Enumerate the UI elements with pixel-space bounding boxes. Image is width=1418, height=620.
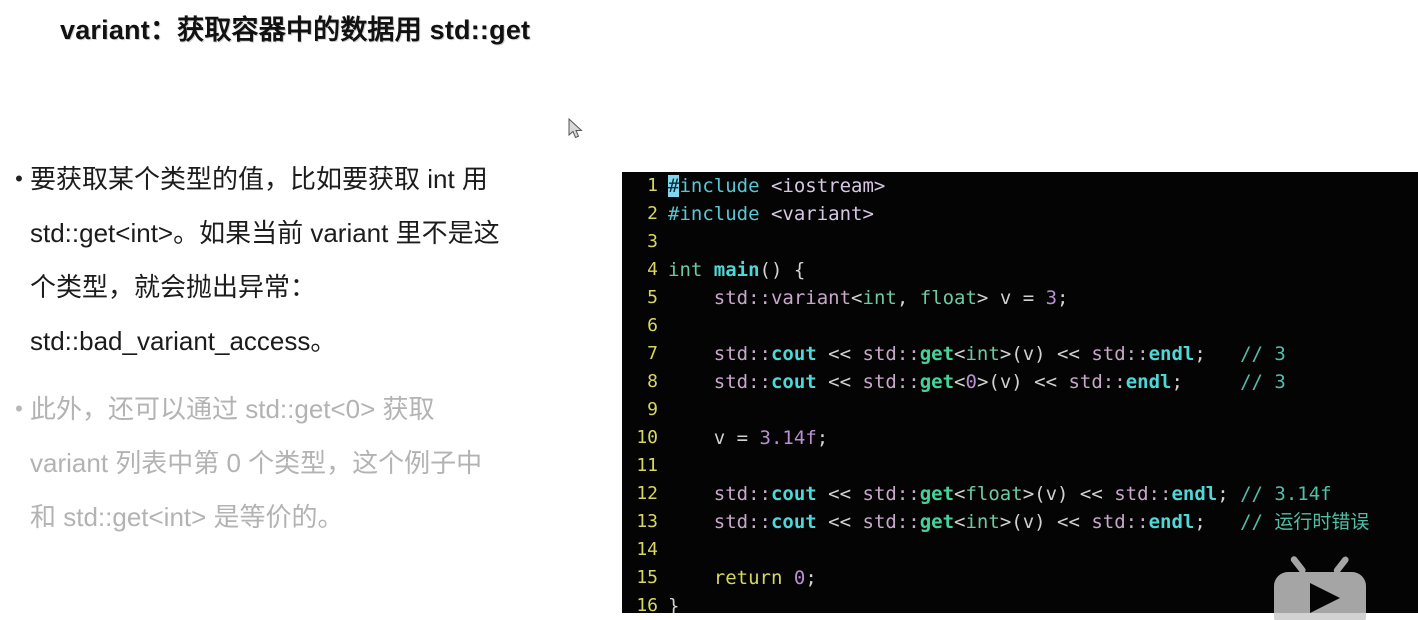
code-line: 13 std::cout << std::get<int>(v) << std:… bbox=[622, 508, 1418, 536]
page-title: variant：获取容器中的数据用 std::get bbox=[60, 15, 531, 45]
bullet-text: 此外，还可以通过 std::get<0> 获取 variant 列表中第 0 个… bbox=[30, 394, 483, 532]
line-number: 5 bbox=[647, 287, 658, 308]
line-number: 4 bbox=[647, 259, 658, 280]
code-line-content bbox=[668, 452, 1418, 480]
code-line-content bbox=[668, 396, 1418, 424]
line-number: 10 bbox=[636, 427, 658, 448]
line-number: 13 bbox=[636, 511, 658, 532]
code-line: 4 int main() { bbox=[622, 256, 1418, 284]
code-line-content bbox=[668, 228, 1418, 256]
code-line-content: std::cout << std::get<int>(v) << std::en… bbox=[713, 343, 1286, 365]
code-line: 10 v = 3.14f; bbox=[622, 424, 1418, 452]
line-number: 8 bbox=[647, 371, 658, 392]
code-line: 12 std::cout << std::get<float>(v) << st… bbox=[622, 480, 1418, 508]
code-line: 11 bbox=[622, 452, 1418, 480]
bullet-dot-icon: • bbox=[15, 396, 23, 421]
code-line: 5 std::variant<int, float> v = 3; bbox=[622, 284, 1418, 312]
line-number: 7 bbox=[647, 343, 658, 364]
bullet-list: • 要获取某个类型的值，比如要获取 int 用 std::get<int>。如果… bbox=[8, 152, 608, 558]
code-line-content: #include <iostream> bbox=[668, 175, 886, 197]
code-line-content: int main() { bbox=[668, 259, 806, 281]
list-item: • 此外，还可以通过 std::get<0> 获取 variant 列表中第 0… bbox=[8, 382, 608, 544]
code-line-content: std::cout << std::get<int>(v) << std::en… bbox=[713, 511, 1370, 533]
line-number: 15 bbox=[636, 567, 658, 588]
code-line-content: std::cout << std::get<float>(v) << std::… bbox=[713, 483, 1332, 505]
code-line-content: v = 3.14f; bbox=[713, 427, 829, 449]
line-number: 14 bbox=[636, 539, 658, 560]
line-number: 3 bbox=[647, 231, 658, 252]
line-number: 11 bbox=[636, 455, 658, 476]
bullet-text: 要获取某个类型的值，比如要获取 int 用 std::get<int>。如果当前… bbox=[30, 164, 500, 356]
code-line: 9 bbox=[622, 396, 1418, 424]
code-line: 2 #include <variant> bbox=[622, 200, 1418, 228]
code-line: 8 std::cout << std::get<0>(v) << std::en… bbox=[622, 368, 1418, 396]
text-cursor: # bbox=[668, 175, 680, 197]
code-line-content: #include <variant> bbox=[668, 203, 874, 225]
code-line: 6 bbox=[622, 312, 1418, 340]
line-number: 6 bbox=[647, 315, 658, 336]
line-number: 9 bbox=[647, 399, 658, 420]
code-line-content: std::variant<int, float> v = 3; bbox=[713, 287, 1069, 309]
line-number: 16 bbox=[636, 595, 658, 613]
code-editor-panel[interactable]: 1 #include <iostream> 2 #include <varian… bbox=[622, 172, 1418, 613]
line-number: 2 bbox=[647, 203, 658, 224]
line-number: 1 bbox=[647, 175, 658, 196]
code-line: 1 #include <iostream> bbox=[622, 172, 1418, 200]
code-line-content bbox=[668, 312, 1418, 340]
code-line: 3 bbox=[622, 228, 1418, 256]
code-line-content: std::cout << std::get<0>(v) << std::endl… bbox=[713, 371, 1286, 393]
bullet-dot-icon: • bbox=[15, 166, 23, 191]
line-number: 12 bbox=[636, 483, 658, 504]
list-item: • 要获取某个类型的值，比如要获取 int 用 std::get<int>。如果… bbox=[8, 152, 608, 368]
code-line: 7 std::cout << std::get<int>(v) << std::… bbox=[622, 340, 1418, 368]
bilibili-tv-logo-icon bbox=[1274, 556, 1366, 620]
arrow-pointer-icon bbox=[568, 118, 583, 139]
